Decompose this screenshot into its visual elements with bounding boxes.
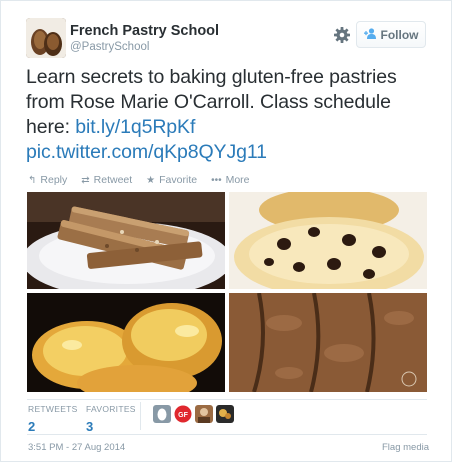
reply-label: Reply <box>40 174 68 186</box>
favorites-label: FAVORITES <box>86 404 136 414</box>
retweets-count: 2 <box>28 419 36 434</box>
favorite-label: Favorite <box>159 174 198 186</box>
tweet-link-bitly[interactable]: bit.ly/1q5RpKf <box>75 116 195 138</box>
tweet-timestamp[interactable]: 3:51 PM - 27 Aug 2014 <box>28 442 125 453</box>
favorites-count: 3 <box>86 419 94 434</box>
favorite-action[interactable]: ★ Favorite <box>146 174 197 186</box>
favoriters-list: GF <box>153 405 234 423</box>
egg-avatar-icon[interactable] <box>153 405 171 423</box>
retweet-action[interactable]: ⇄ Retweet <box>81 174 132 186</box>
photo-muffin[interactable] <box>229 192 427 289</box>
photo-avatar-icon[interactable] <box>195 405 213 423</box>
more-action[interactable]: ••• More <box>211 174 249 186</box>
photo-biscotti[interactable] <box>27 192 225 289</box>
follow-button[interactable]: Follow <box>356 21 426 48</box>
add-user-icon <box>363 27 377 42</box>
flag-media-link[interactable]: Flag media <box>382 442 429 453</box>
divider-top <box>27 399 427 400</box>
tweet-card: French Pastry School @PastrySchool Follo… <box>0 0 452 462</box>
photo-grid <box>27 192 427 392</box>
gear-icon[interactable] <box>332 25 352 45</box>
favorites-stat[interactable]: FAVORITES 3 <box>86 404 136 434</box>
reply-icon: ↰ <box>28 174 37 186</box>
retweets-stat[interactable]: RETWEETS 2 <box>28 404 78 434</box>
user-name[interactable]: French Pastry School <box>70 23 219 39</box>
retweet-icon: ⇄ <box>81 174 90 186</box>
tweet-text: Learn secrets to baking gluten-free past… <box>26 65 431 165</box>
stats-separator <box>140 402 141 430</box>
retweets-label: RETWEETS <box>28 404 78 414</box>
star-icon: ★ <box>146 174 156 186</box>
retweet-label: Retweet <box>93 174 133 186</box>
more-label: More <box>225 174 250 186</box>
profile-avatar[interactable] <box>26 18 66 58</box>
photo-cheese-puffs[interactable] <box>27 293 225 392</box>
gf-avatar-icon[interactable]: GF <box>174 405 192 423</box>
svg-text:GF: GF <box>178 412 188 419</box>
user-handle[interactable]: @PastrySchool <box>70 41 149 53</box>
more-dots-icon: ••• <box>211 174 222 186</box>
tweet-link-pic[interactable]: pic.twitter.com/qKp8QYJg11 <box>26 141 267 163</box>
follow-label: Follow <box>380 27 419 42</box>
reply-action[interactable]: ↰ Reply <box>28 174 67 186</box>
photo-loaf-bread[interactable] <box>229 293 427 392</box>
divider-bottom <box>27 434 427 435</box>
photo-avatar-icon[interactable] <box>216 405 234 423</box>
tweet-actions: ↰ Reply ⇄ Retweet ★ Favorite ••• More <box>28 174 250 186</box>
